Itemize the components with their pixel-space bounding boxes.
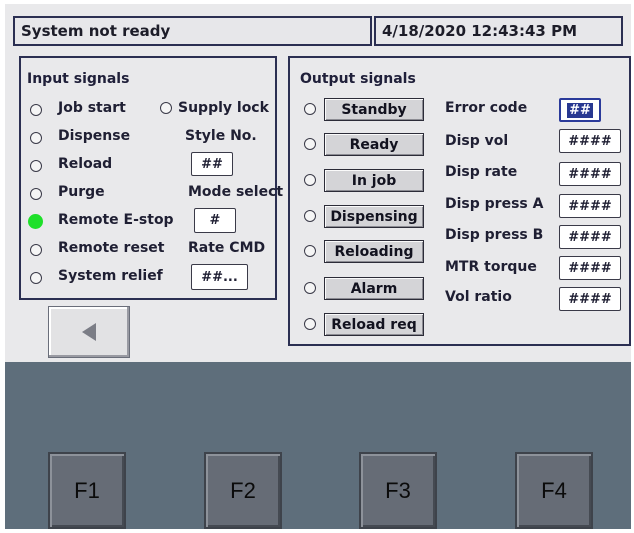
status-text: System not ready	[21, 22, 171, 40]
disp-vol-field[interactable]: ####	[559, 129, 621, 153]
ready-indicator	[304, 138, 316, 150]
purge-indicator	[30, 188, 42, 200]
system-relief-indicator	[30, 272, 42, 284]
reload-req-indicator	[304, 318, 316, 330]
disp-press-b-label: Disp press B	[445, 227, 544, 243]
vol-ratio-label: Vol ratio	[445, 289, 512, 305]
mtr-torque-field[interactable]: ####	[559, 256, 621, 280]
f1-key[interactable]: F1	[48, 452, 126, 529]
reloading-indicator	[304, 245, 316, 257]
remote-reset-label: Remote reset	[58, 240, 165, 256]
datetime-text: 4/18/2020 12:43:43 PM	[382, 22, 577, 40]
dispense-label: Dispense	[58, 128, 131, 144]
remote-reset-indicator	[30, 244, 42, 256]
reloading-button[interactable]: Reloading	[324, 240, 424, 263]
input-signals-panel: Input signals Job start Supply lock Disp…	[19, 56, 283, 300]
purge-label: Purge	[58, 184, 105, 200]
job-start-indicator	[30, 104, 42, 116]
dispensing-indicator	[304, 210, 316, 222]
alarm-indicator	[304, 282, 316, 294]
disp-rate-field[interactable]: ####	[559, 162, 621, 186]
f4-key[interactable]: F4	[515, 452, 593, 529]
dispensing-button[interactable]: Dispensing	[324, 205, 424, 228]
reload-indicator	[30, 160, 42, 172]
output-signals-title: Output signals	[300, 71, 416, 87]
rate-cmd-field[interactable]: ##...	[191, 264, 248, 290]
mode-select-field[interactable]: #	[194, 208, 236, 233]
in-job-indicator	[304, 174, 316, 186]
output-signals-panel: Output signals Standby Ready In job Disp…	[288, 56, 631, 346]
standby-button[interactable]: Standby	[324, 98, 424, 121]
hmi-panel: System not ready 4/18/2020 12:43:43 PM I…	[5, 4, 631, 529]
disp-press-a-label: Disp press A	[445, 196, 544, 212]
disp-vol-label: Disp vol	[445, 133, 509, 149]
in-job-button[interactable]: In job	[324, 169, 424, 192]
vol-ratio-field[interactable]: ####	[559, 287, 621, 311]
reload-req-button[interactable]: Reload req	[324, 313, 424, 336]
triangle-left-icon	[82, 323, 96, 341]
error-code-label: Error code	[445, 100, 528, 116]
supply-lock-indicator	[160, 102, 172, 114]
disp-press-b-field[interactable]: ####	[559, 225, 621, 249]
remote-estop-label: Remote E-stop	[58, 212, 174, 228]
system-relief-label: System relief	[58, 268, 163, 284]
datetime-bar: 4/18/2020 12:43:43 PM	[374, 16, 623, 46]
remote-estop-indicator	[28, 214, 43, 229]
supply-lock-label: Supply lock	[178, 100, 269, 116]
job-start-label: Job start	[58, 100, 126, 116]
alarm-button[interactable]: Alarm	[324, 277, 424, 300]
hmi-screen: System not ready 4/18/2020 12:43:43 PM I…	[5, 4, 631, 362]
mtr-torque-label: MTR torque	[445, 259, 537, 275]
back-button[interactable]	[48, 306, 130, 358]
f2-key[interactable]: F2	[204, 452, 282, 529]
reload-label: Reload	[58, 156, 113, 172]
f3-key[interactable]: F3	[359, 452, 437, 529]
style-no-field[interactable]: ##	[191, 152, 233, 176]
standby-indicator	[304, 103, 316, 115]
error-code-field[interactable]: ##	[559, 98, 601, 122]
input-signals-title: Input signals	[27, 71, 130, 87]
ready-button[interactable]: Ready	[324, 133, 424, 156]
disp-press-a-field[interactable]: ####	[559, 194, 621, 218]
status-bar: System not ready	[13, 16, 372, 46]
dispense-indicator	[30, 132, 42, 144]
style-no-label: Style No.	[185, 128, 257, 144]
rate-cmd-label: Rate CMD	[188, 240, 266, 256]
mode-select-label: Mode select	[188, 184, 284, 200]
disp-rate-label: Disp rate	[445, 164, 518, 180]
